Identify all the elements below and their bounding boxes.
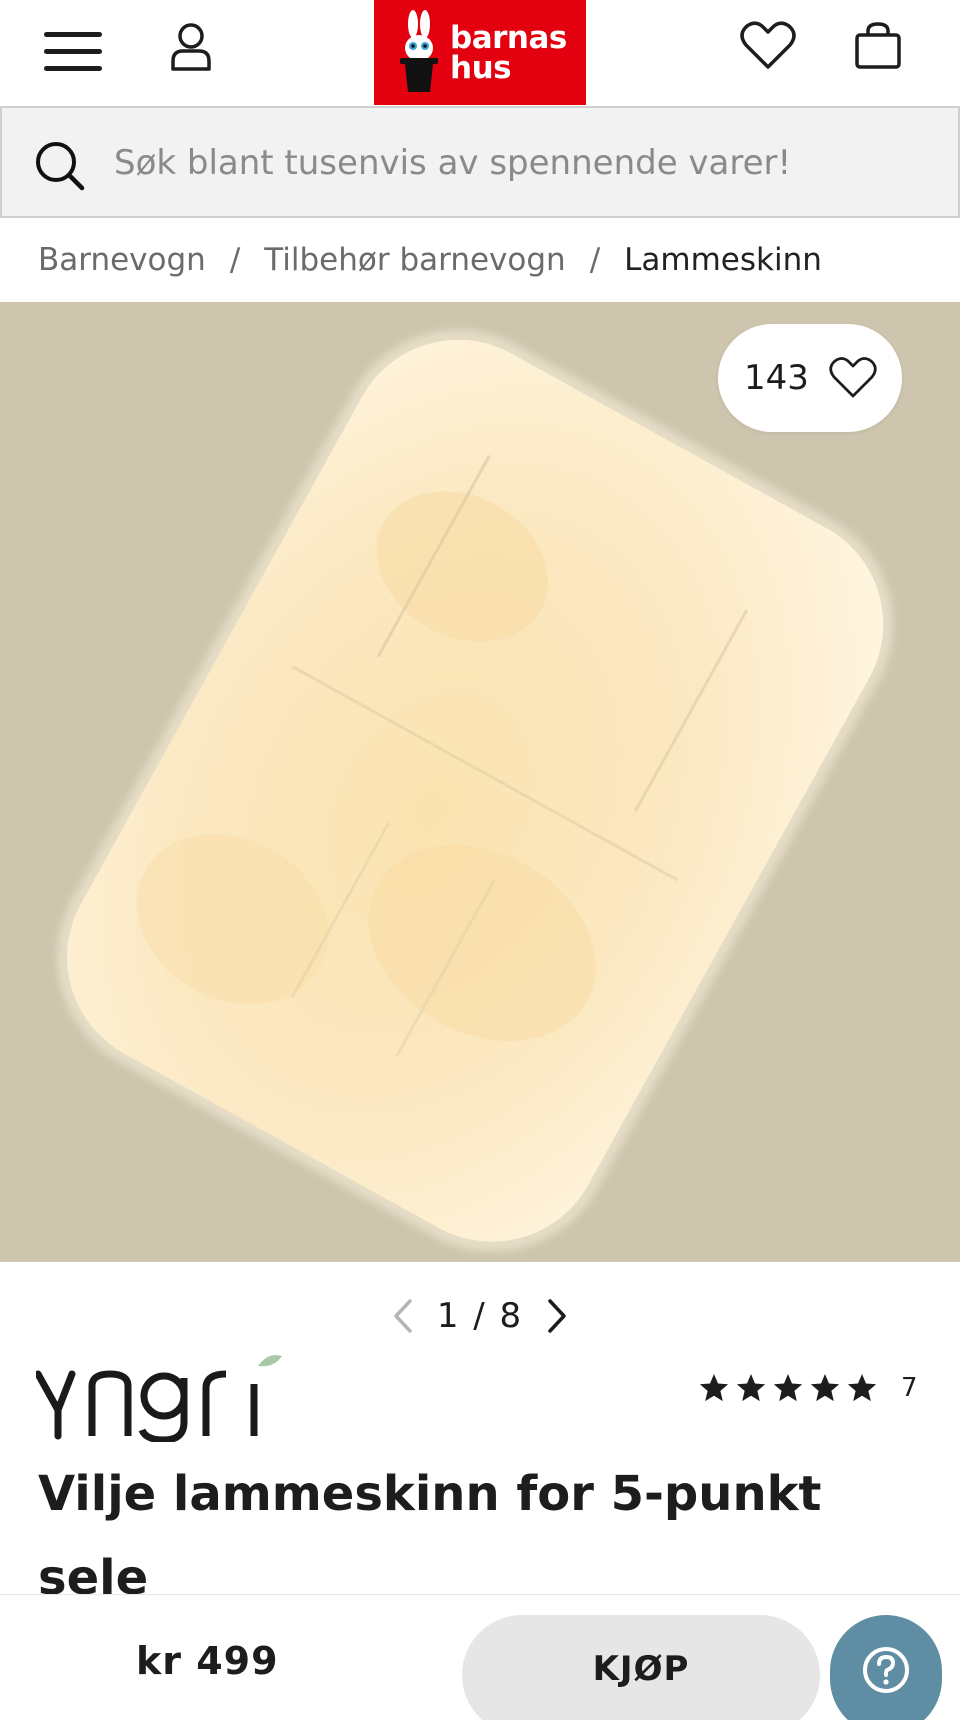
rabbit-logo-icon	[400, 10, 438, 92]
brand-logo-wordmark	[34, 1355, 282, 1444]
account-button[interactable]	[160, 16, 222, 78]
brand-logo[interactable]: Yngri	[34, 1352, 297, 1444]
sticky-buy-bar: kr 499 KJØP	[0, 1594, 960, 1720]
shopping-bag-icon	[855, 22, 901, 69]
help-button[interactable]	[830, 1615, 942, 1720]
star-icon	[847, 1374, 877, 1402]
brand-name: Yngri	[296, 1352, 297, 1353]
search-bar	[0, 106, 960, 218]
hamburger-menu-icon	[44, 32, 102, 71]
next-image-button[interactable]	[537, 1293, 577, 1339]
chevron-right-icon	[548, 1299, 566, 1333]
breadcrumb-item-current[interactable]: Lammeskinn	[624, 242, 822, 278]
logo-wordmark: barnas hus	[450, 19, 567, 86]
question-mark-icon	[863, 1647, 909, 1693]
user-icon	[171, 23, 211, 71]
breadcrumb: Barnevogn / Tilbehør barnevogn / Lammesk…	[38, 240, 822, 280]
pager-separator: /	[473, 1296, 487, 1336]
like-button[interactable]: 143	[718, 324, 902, 432]
star-icon	[699, 1374, 729, 1402]
star-icon	[810, 1374, 840, 1402]
product-price: kr 499	[136, 1639, 279, 1683]
pager-position: 1 / 8	[437, 1296, 523, 1336]
product-rating[interactable]: 7	[698, 1368, 918, 1408]
like-count: 143	[744, 358, 809, 398]
breadcrumb-item-tilbehor[interactable]: Tilbehør barnevogn	[264, 242, 565, 278]
heart-icon	[829, 357, 877, 398]
heart-icon	[740, 21, 796, 69]
star-icon	[773, 1374, 803, 1402]
breadcrumb-separator: /	[589, 242, 601, 278]
menu-button[interactable]	[38, 20, 108, 82]
product-image	[57, 329, 894, 1252]
buy-button[interactable]: KJØP	[462, 1615, 820, 1720]
image-pager: 1 / 8	[0, 1288, 960, 1344]
site-logo[interactable]: barnas hus	[374, 0, 586, 105]
current-image-number: 1	[436, 1296, 461, 1336]
site-header: barnas hus	[0, 0, 960, 106]
breadcrumb-separator: /	[229, 242, 241, 278]
search-input[interactable]	[114, 130, 934, 196]
breadcrumb-item-barnevogn[interactable]: Barnevogn	[38, 242, 206, 278]
previous-image-button[interactable]	[383, 1293, 423, 1339]
total-image-count: 8	[499, 1296, 524, 1336]
review-count: 7	[901, 1373, 918, 1403]
search-icon[interactable]	[34, 140, 86, 192]
chevron-left-icon	[394, 1299, 412, 1333]
cart-button[interactable]	[846, 14, 910, 78]
product-image-gallery[interactable]: 143	[0, 302, 960, 1262]
favorites-button[interactable]	[736, 14, 800, 78]
star-icon	[736, 1374, 766, 1402]
